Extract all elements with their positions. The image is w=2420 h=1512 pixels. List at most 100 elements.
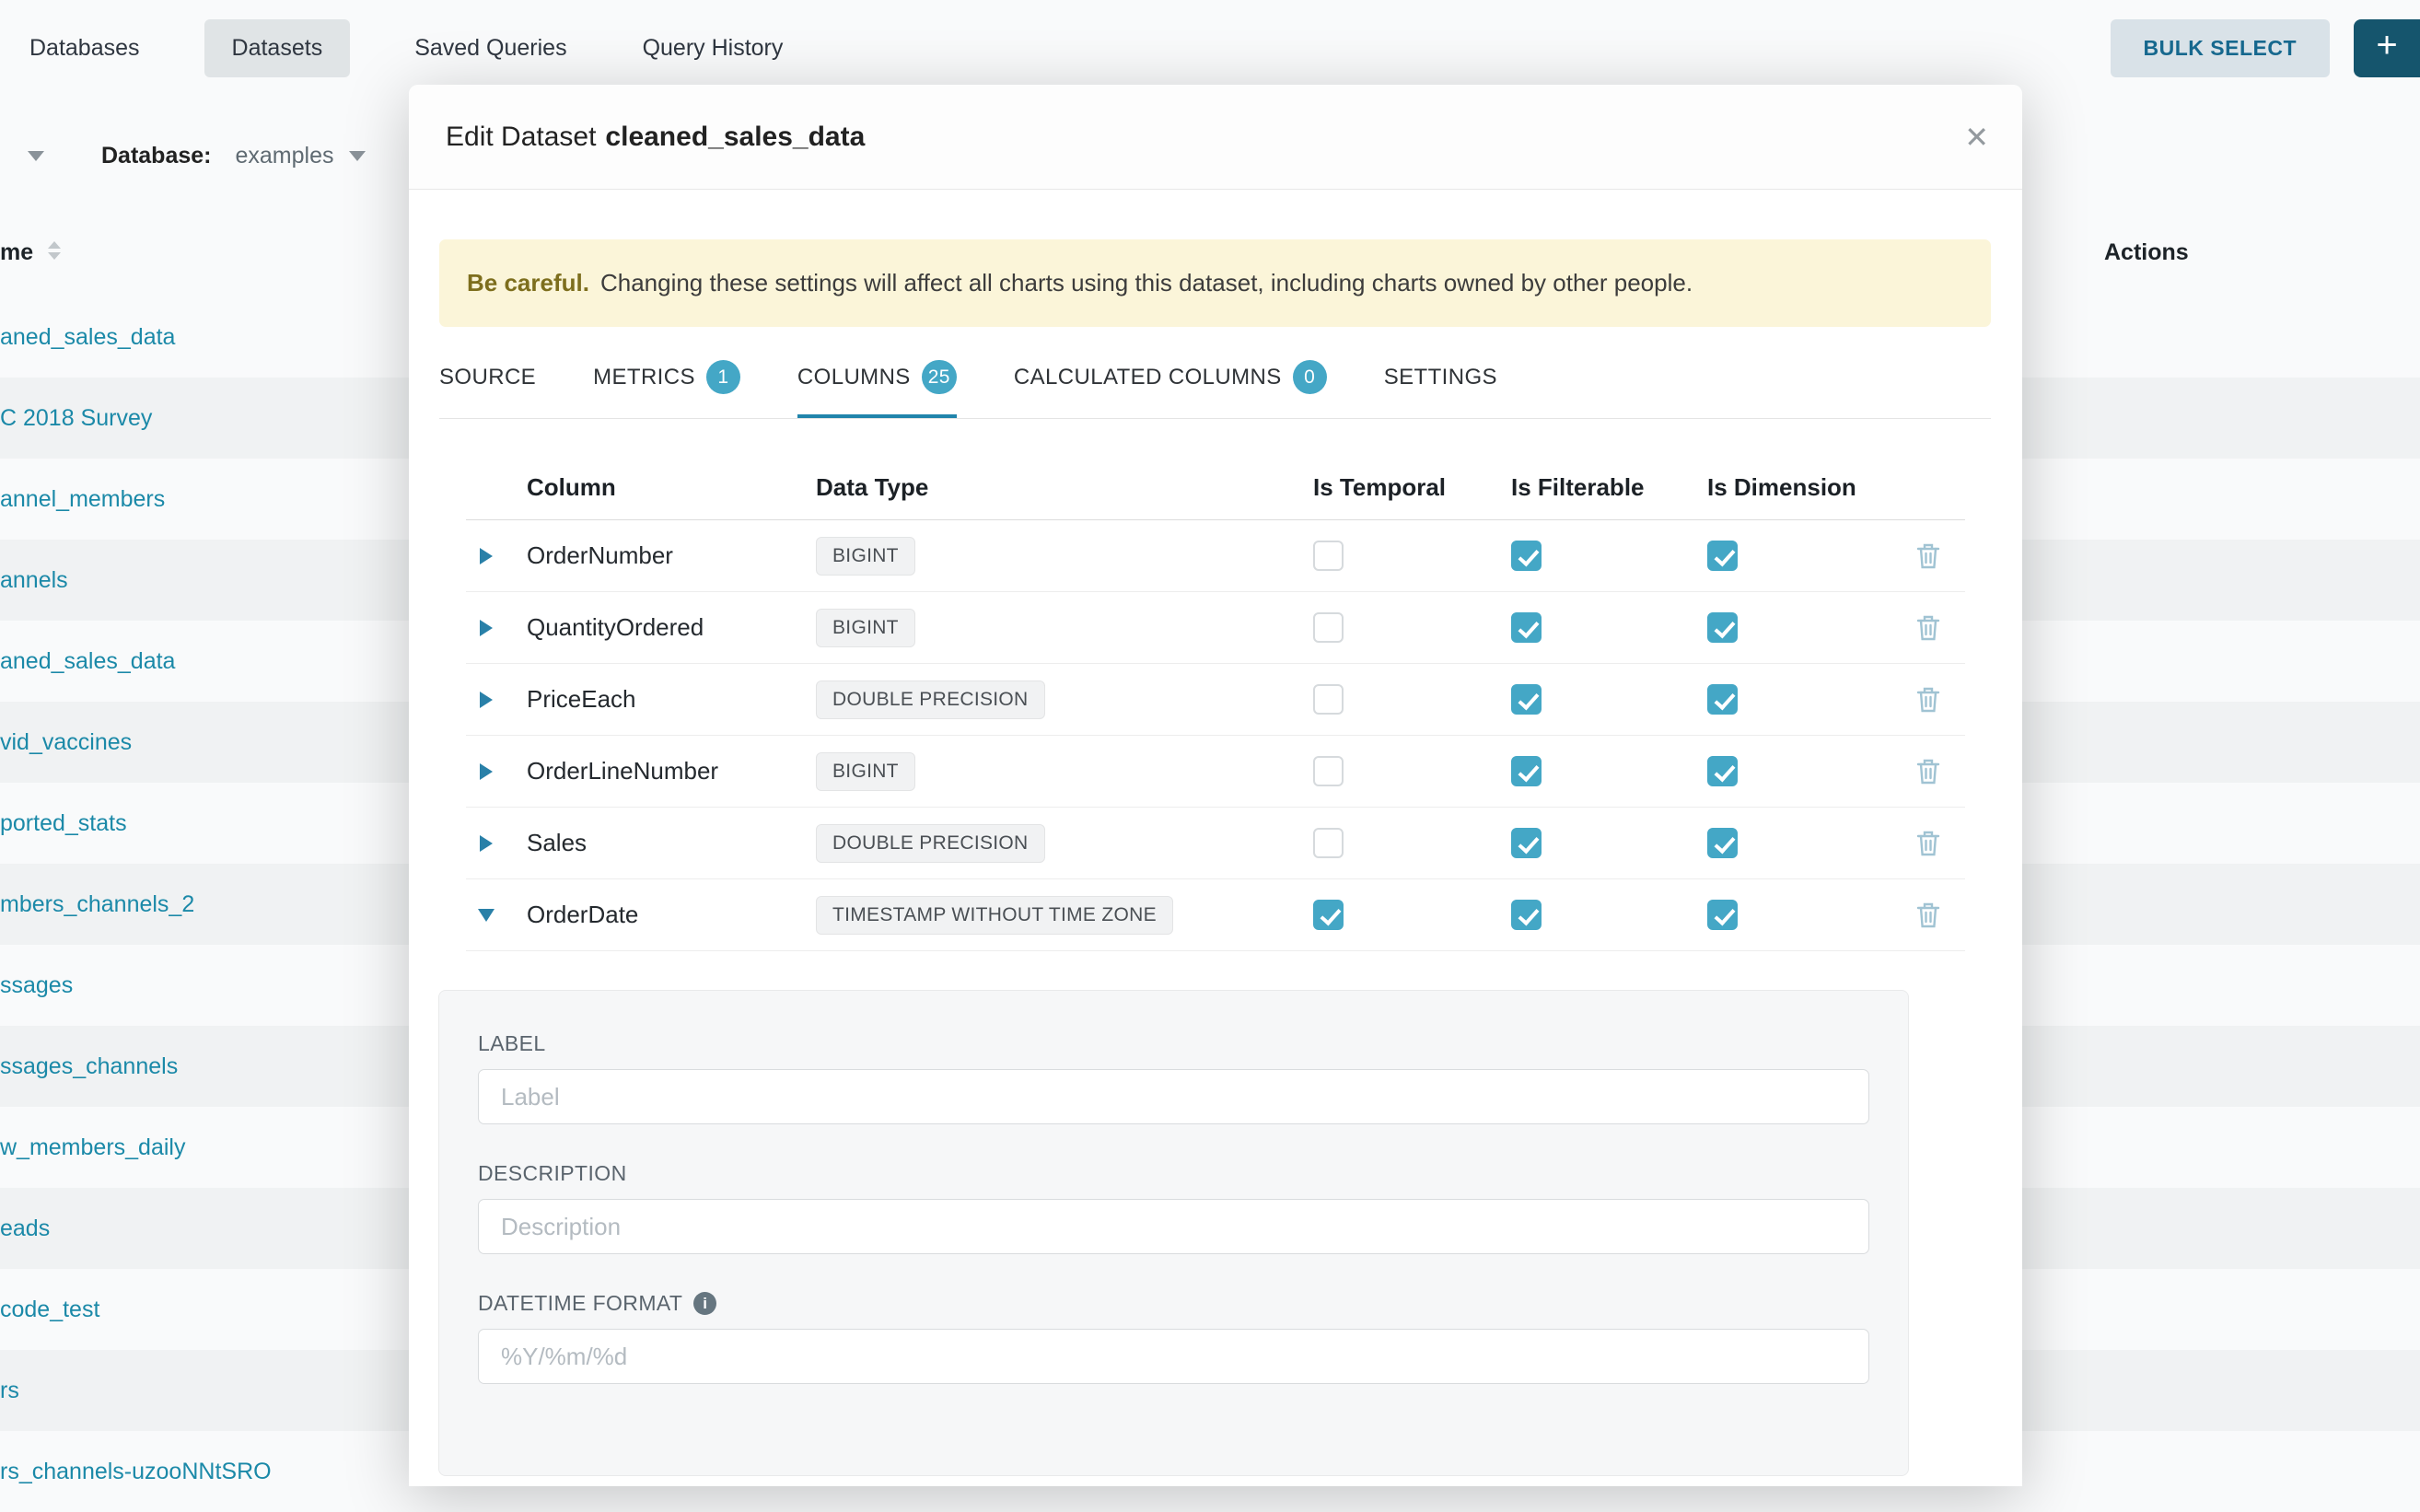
dataset-link[interactable]: ssages_channels bbox=[0, 1053, 178, 1080]
chevron-down-icon[interactable] bbox=[349, 151, 366, 161]
dataset-link[interactable]: ssages bbox=[0, 972, 73, 999]
collapse-caret-icon[interactable] bbox=[478, 909, 494, 922]
edit-dataset-modal: Edit Dataset cleaned_sales_data ✕ Be care… bbox=[409, 85, 2022, 1486]
modal-title: Edit Dataset cleaned_sales_data bbox=[446, 122, 865, 153]
expand-caret-icon[interactable] bbox=[480, 620, 493, 636]
close-icon[interactable]: ✕ bbox=[1964, 85, 1989, 190]
nav-tab-databases[interactable]: Databases bbox=[18, 19, 151, 77]
top-nav: Databases Datasets Saved Queries Query H… bbox=[0, 0, 2420, 96]
is-temporal-header: Is Temporal bbox=[1295, 473, 1493, 502]
datetime-format-field-label: DATETIME FORMAT bbox=[478, 1291, 682, 1316]
delete-column-icon[interactable] bbox=[1916, 901, 1940, 929]
description-input[interactable] bbox=[478, 1199, 1869, 1254]
is-temporal-checkbox[interactable] bbox=[1313, 828, 1344, 858]
add-dataset-button[interactable]: + bbox=[2354, 19, 2420, 77]
chevron-down-icon[interactable] bbox=[28, 151, 44, 161]
plus-icon: + bbox=[2376, 25, 2397, 66]
database-filter-select[interactable]: examples bbox=[236, 143, 334, 169]
is-temporal-checkbox[interactable] bbox=[1313, 612, 1344, 643]
dataset-link[interactable]: eads bbox=[0, 1215, 50, 1242]
dataset-link[interactable]: rs_channels-uzooNNtSRO bbox=[0, 1459, 272, 1485]
label-input[interactable] bbox=[478, 1069, 1869, 1124]
column-row: PriceEach DOUBLE PRECISION bbox=[466, 664, 1965, 736]
is-filterable-checkbox[interactable] bbox=[1511, 756, 1542, 786]
column-row: QuantityOrdered BIGINT bbox=[466, 592, 1965, 664]
dataset-link[interactable]: annels bbox=[0, 567, 68, 594]
name-column-header[interactable]: me bbox=[0, 239, 33, 266]
dataset-link[interactable]: annel_members bbox=[0, 486, 165, 513]
tab-calculated-columns[interactable]: CALCULATED COLUMNS 0 bbox=[1014, 360, 1327, 418]
tab-label: METRICS bbox=[593, 365, 695, 390]
is-filterable-checkbox[interactable] bbox=[1511, 612, 1542, 643]
modal-title-dataset-name: cleaned_sales_data bbox=[605, 122, 865, 152]
delete-column-icon[interactable] bbox=[1916, 830, 1940, 857]
column-name: PriceEach bbox=[506, 685, 797, 714]
delete-column-icon[interactable] bbox=[1916, 614, 1940, 642]
column-header: Column bbox=[506, 473, 797, 502]
dataset-link[interactable]: aned_sales_data bbox=[0, 648, 175, 675]
dataset-link[interactable]: aned_sales_data bbox=[0, 324, 175, 351]
data-type-pill: TIMESTAMP WITHOUT TIME ZONE bbox=[816, 896, 1173, 935]
is-filterable-checkbox[interactable] bbox=[1511, 900, 1542, 930]
is-temporal-checkbox[interactable] bbox=[1313, 684, 1344, 715]
expand-caret-icon[interactable] bbox=[480, 548, 493, 564]
column-row: Sales DOUBLE PRECISION bbox=[466, 808, 1965, 879]
dataset-link[interactable]: C 2018 Survey bbox=[0, 405, 152, 432]
columns-count-badge: 25 bbox=[922, 360, 957, 394]
info-icon[interactable]: i bbox=[693, 1292, 716, 1315]
nav-tab-saved-queries[interactable]: Saved Queries bbox=[403, 19, 577, 77]
column-name: Sales bbox=[506, 829, 797, 857]
is-dimension-checkbox[interactable] bbox=[1707, 684, 1738, 715]
bulk-select-button[interactable]: BULK SELECT bbox=[2111, 19, 2331, 77]
is-dimension-checkbox[interactable] bbox=[1707, 756, 1738, 786]
modal-header: Edit Dataset cleaned_sales_data ✕ bbox=[409, 85, 2022, 190]
sort-icon[interactable] bbox=[48, 241, 61, 260]
expand-caret-icon[interactable] bbox=[480, 835, 493, 852]
is-dimension-checkbox[interactable] bbox=[1707, 612, 1738, 643]
warning-bold-text: Be careful. bbox=[467, 269, 589, 297]
nav-actions: BULK SELECT + bbox=[2111, 19, 2420, 77]
dataset-link[interactable]: ported_stats bbox=[0, 810, 127, 837]
tab-label: SOURCE bbox=[439, 365, 536, 390]
label-field-label: LABEL bbox=[478, 1031, 1869, 1056]
description-field-group: DESCRIPTION bbox=[478, 1161, 1869, 1254]
tab-source[interactable]: SOURCE bbox=[439, 360, 536, 418]
nav-tab-query-history[interactable]: Query History bbox=[632, 19, 795, 77]
is-dimension-checkbox[interactable] bbox=[1707, 541, 1738, 571]
column-name: OrderDate bbox=[506, 901, 797, 929]
expand-caret-icon[interactable] bbox=[480, 692, 493, 708]
tab-metrics[interactable]: METRICS 1 bbox=[593, 360, 740, 418]
dataset-link[interactable]: mbers_channels_2 bbox=[0, 891, 194, 918]
is-temporal-checkbox[interactable] bbox=[1313, 900, 1344, 930]
is-filterable-header: Is Filterable bbox=[1493, 473, 1689, 502]
is-dimension-checkbox[interactable] bbox=[1707, 900, 1738, 930]
delete-column-icon[interactable] bbox=[1916, 542, 1940, 570]
dataset-link[interactable]: vid_vaccines bbox=[0, 729, 132, 756]
delete-column-icon[interactable] bbox=[1916, 686, 1940, 714]
is-temporal-checkbox[interactable] bbox=[1313, 756, 1344, 786]
dataset-link[interactable]: rs bbox=[0, 1378, 19, 1404]
nav-tab-datasets[interactable]: Datasets bbox=[204, 19, 351, 77]
tab-settings[interactable]: SETTINGS bbox=[1384, 360, 1497, 418]
dataset-link[interactable]: code_test bbox=[0, 1297, 99, 1323]
column-row: OrderLineNumber BIGINT bbox=[466, 736, 1965, 808]
is-filterable-checkbox[interactable] bbox=[1511, 828, 1542, 858]
dataset-link[interactable]: w_members_daily bbox=[0, 1134, 185, 1161]
is-temporal-checkbox[interactable] bbox=[1313, 541, 1344, 571]
data-type-header: Data Type bbox=[797, 473, 1295, 502]
modal-title-prefix: Edit Dataset bbox=[446, 122, 596, 152]
tab-columns[interactable]: COLUMNS 25 bbox=[797, 360, 957, 418]
data-type-pill: BIGINT bbox=[816, 752, 915, 791]
is-filterable-checkbox[interactable] bbox=[1511, 684, 1542, 715]
filter-bar: Database: examples bbox=[0, 134, 366, 177]
datetime-format-input[interactable] bbox=[478, 1329, 1869, 1384]
is-dimension-checkbox[interactable] bbox=[1707, 828, 1738, 858]
is-filterable-checkbox[interactable] bbox=[1511, 541, 1542, 571]
data-type-pill: BIGINT bbox=[816, 537, 915, 576]
nav-tabs: Databases Datasets Saved Queries Query H… bbox=[0, 19, 794, 77]
warning-text: Changing these settings will affect all … bbox=[600, 269, 1693, 297]
expand-caret-icon[interactable] bbox=[480, 763, 493, 780]
delete-column-icon[interactable] bbox=[1916, 758, 1940, 785]
data-type-pill: DOUBLE PRECISION bbox=[816, 824, 1045, 863]
data-type-pill: BIGINT bbox=[816, 609, 915, 647]
